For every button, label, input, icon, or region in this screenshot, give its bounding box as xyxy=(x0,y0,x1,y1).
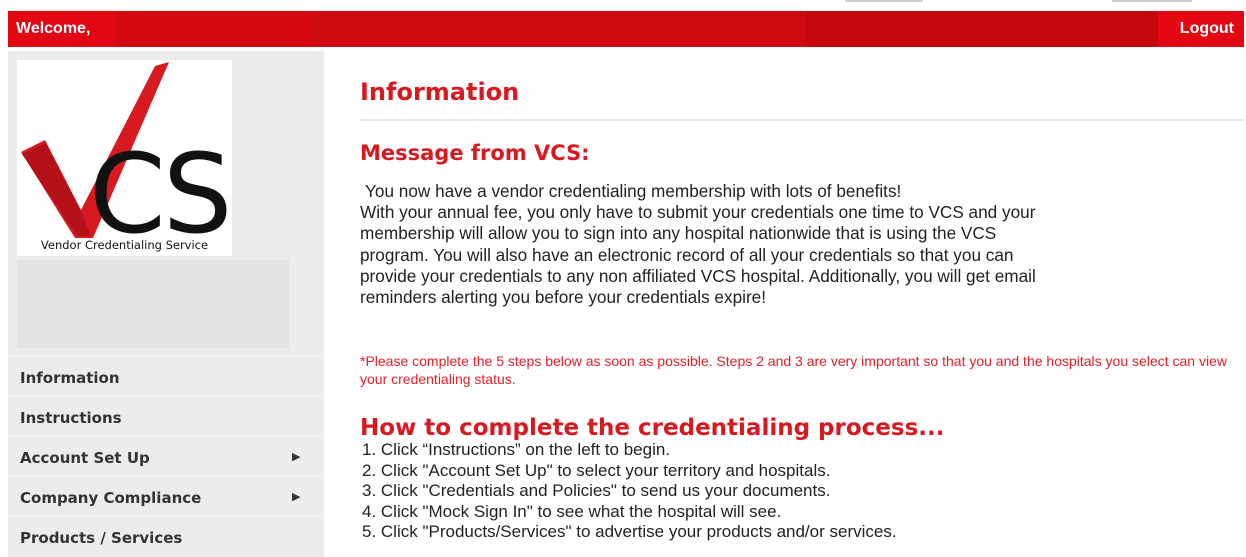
title-divider xyxy=(360,119,1244,121)
sidebar-item-products-services[interactable]: Products / Services xyxy=(8,516,324,556)
top-strip xyxy=(0,0,1246,10)
steps-list: 1. Click “Instructions” on the left to b… xyxy=(362,440,897,543)
message-line: provide your credentials to any non affi… xyxy=(360,265,1036,286)
header-segment xyxy=(314,11,806,47)
message-line: reminders alerting you before your crede… xyxy=(360,287,767,308)
step-item: 5. Click "Products/Services" to advertis… xyxy=(362,522,897,542)
message-title: Message from VCS: xyxy=(360,141,590,165)
sidebar-item-information[interactable]: Information xyxy=(8,356,324,396)
sidebar-item-account-set-up[interactable]: Account Set Up ▶ xyxy=(8,436,324,476)
sidebar-item-label: Account Set Up xyxy=(20,449,150,467)
top-tab xyxy=(845,0,923,2)
message-body: You now have a vendor credentialing memb… xyxy=(360,181,1240,308)
sidebar-item-label: Information xyxy=(20,369,120,387)
how-to-title: How to complete the credentialing proces… xyxy=(360,415,945,441)
message-line: program. You will also have an electroni… xyxy=(360,244,1014,265)
submenu-arrow-icon: ▶ xyxy=(292,491,301,503)
vcs-logo: CS Vendor Credentialing Service xyxy=(17,60,232,256)
step-item: 3. Click "Credentials and Policies" to s… xyxy=(362,481,831,501)
message-line: membership will allow you to sign into a… xyxy=(360,223,997,244)
important-note: *Please complete the 5 steps below as so… xyxy=(360,353,1227,387)
logo-letters: CS xyxy=(89,130,230,240)
sidebar-item-company-compliance[interactable]: Company Compliance ▶ xyxy=(8,476,324,516)
header-bar: Welcome, Logout xyxy=(8,11,1244,47)
checkmark-logo-icon: CS xyxy=(21,62,232,240)
welcome-text: Welcome, xyxy=(16,20,91,37)
page-title: Information xyxy=(360,78,520,106)
sidebar: CS Vendor Credentialing Service Informat… xyxy=(8,51,324,557)
submenu-arrow-icon: ▶ xyxy=(292,451,301,463)
main-content: Information Message from VCS: You now ha… xyxy=(360,78,1244,541)
logout-link[interactable]: Logout xyxy=(1180,20,1234,38)
sidebar-item-label: Company Compliance xyxy=(20,489,202,507)
step-item: 2. Click "Account Set Up" to select your… xyxy=(362,460,831,480)
sidebar-item-label: Products / Services xyxy=(20,529,183,547)
header-segment xyxy=(806,11,1158,47)
sidebar-nav: Information Instructions Account Set Up … xyxy=(8,356,324,556)
step-item: 4. Click "Mock Sign In" to see what the … xyxy=(362,501,782,521)
step-item: 1. Click “Instructions” on the left to b… xyxy=(362,440,671,459)
gray-panel xyxy=(17,260,289,348)
logo-caption: Vendor Credentialing Service xyxy=(40,238,209,252)
sidebar-item-instructions[interactable]: Instructions xyxy=(8,396,324,436)
top-tab xyxy=(1112,0,1192,2)
message-line: You now have a vendor credentialing memb… xyxy=(365,181,902,201)
sidebar-item-label: Instructions xyxy=(20,409,122,427)
message-line: With your annual fee, you only have to s… xyxy=(360,202,1036,223)
header-segment xyxy=(116,11,314,47)
